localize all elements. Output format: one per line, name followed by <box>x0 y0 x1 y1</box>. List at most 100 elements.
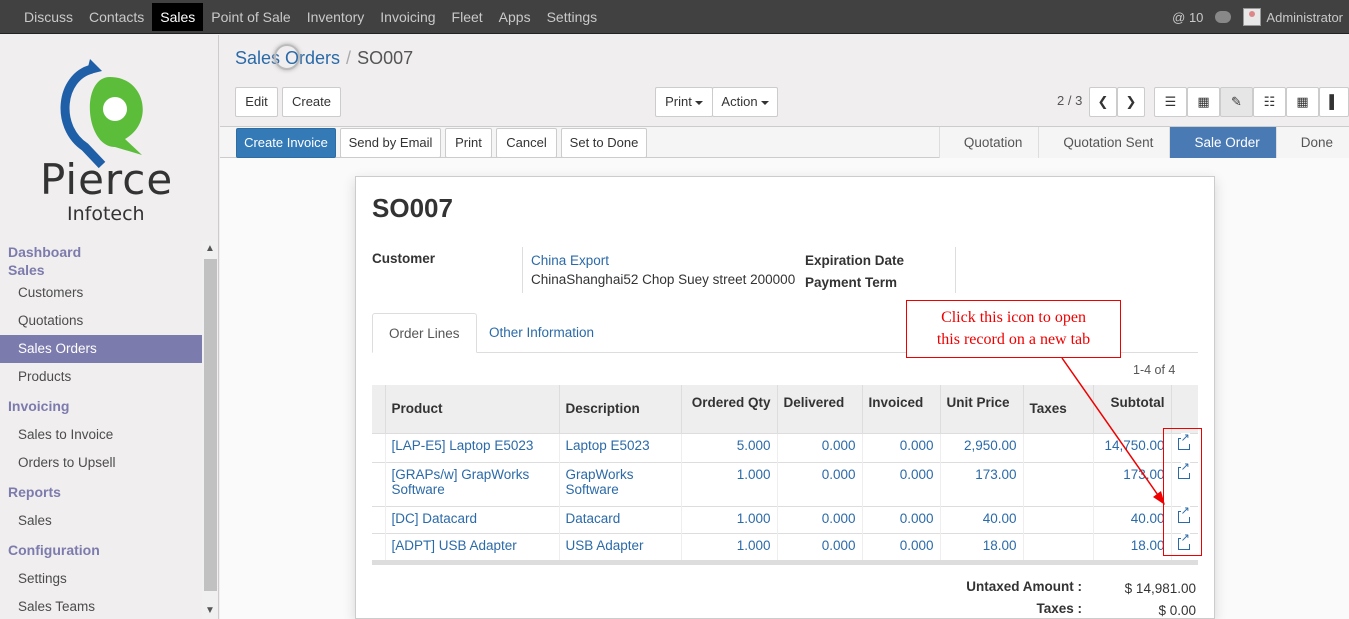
sidebar-section-invoicing[interactable]: Invoicing <box>0 391 202 421</box>
scrollbar-thumb[interactable] <box>204 259 217 591</box>
cell-subtotal[interactable]: 40.00 <box>1092 505 1171 533</box>
cell-ordered-qty[interactable]: 1.000 <box>680 461 777 506</box>
sidebar-scrollbar[interactable]: ▲ ▼ <box>202 241 218 619</box>
print-button[interactable]: Print <box>445 128 492 158</box>
scroll-up-icon[interactable]: ▲ <box>202 241 218 257</box>
sidebar-item-sales-to-invoice[interactable]: Sales to Invoice <box>0 421 202 449</box>
cell-subtotal[interactable]: 14,750.00 <box>1092 432 1171 462</box>
menu-settings[interactable]: Settings <box>539 0 606 34</box>
cell-subtotal[interactable]: 173.00 <box>1092 461 1171 506</box>
cell-unit-price[interactable]: 18.00 <box>939 532 1023 560</box>
column-invoiced[interactable]: Invoiced <box>861 385 940 433</box>
menu-contacts[interactable]: Contacts <box>81 0 152 34</box>
cell-ordered-qty[interactable]: 1.000 <box>680 532 777 560</box>
sidebar-item-sales-report[interactable]: Sales <box>0 507 202 535</box>
cell-taxes[interactable] <box>1022 461 1093 506</box>
menu-fleet[interactable]: Fleet <box>444 0 491 34</box>
cell-taxes[interactable] <box>1022 505 1093 533</box>
cell-description[interactable]: Datacard <box>558 505 681 533</box>
annotation-line-1: Click this icon to open <box>941 309 1086 326</box>
menu-point-of-sale[interactable]: Point of Sale <box>203 0 298 34</box>
cell-product[interactable]: [ADPT] USB Adapter <box>384 532 559 560</box>
stage-quotation-sent[interactable]: Quotation Sent <box>1038 127 1170 158</box>
chat-icon[interactable] <box>1215 11 1232 23</box>
cell-taxes[interactable] <box>1022 432 1093 462</box>
user-menu[interactable]: Administrator <box>1243 8 1343 26</box>
pager-value[interactable]: 2 / 3 <box>1057 93 1082 108</box>
cell-description[interactable]: GrapWorks Software <box>558 461 681 506</box>
cell-delivered[interactable]: 0.000 <box>776 532 862 560</box>
cell-product[interactable]: [DC] Datacard <box>384 505 559 533</box>
create-button[interactable]: Create <box>282 87 341 117</box>
cell-delivered[interactable]: 0.000 <box>776 505 862 533</box>
column-delivered[interactable]: Delivered <box>776 385 862 433</box>
cell-taxes[interactable] <box>1022 532 1093 560</box>
table-row[interactable]: [LAP-E5] Laptop E5023 Laptop E5023 5.000… <box>372 432 1198 462</box>
customer-link[interactable]: China Export <box>531 253 609 268</box>
scroll-down-icon[interactable]: ▼ <box>202 603 218 619</box>
menu-invoicing[interactable]: Invoicing <box>372 0 443 34</box>
cell-ordered-qty[interactable]: 1.000 <box>680 505 777 533</box>
column-ordered-qty[interactable]: Ordered Qty <box>680 385 777 433</box>
sidebar-item-sales-teams[interactable]: Sales Teams <box>0 593 202 619</box>
stage-done[interactable]: Done <box>1275 127 1349 158</box>
print-dropdown[interactable]: Print <box>655 87 713 117</box>
table-row[interactable]: [DC] Datacard Datacard 1.000 0.000 0.000… <box>372 505 1198 533</box>
cell-invoiced[interactable]: 0.000 <box>861 432 940 462</box>
sidebar-item-settings[interactable]: Settings <box>0 565 202 593</box>
cell-unit-price[interactable]: 2,950.00 <box>939 432 1023 462</box>
sidebar-section-configuration[interactable]: Configuration <box>0 535 202 565</box>
cell-delivered[interactable]: 0.000 <box>776 461 862 506</box>
calendar-view-icon[interactable]: ☷ <box>1253 87 1286 117</box>
cell-unit-price[interactable]: 173.00 <box>939 461 1023 506</box>
cell-invoiced[interactable]: 0.000 <box>861 532 940 560</box>
sidebar-item-products[interactable]: Products <box>0 363 202 391</box>
send-by-email-button[interactable]: Send by Email <box>340 128 441 158</box>
cell-invoiced[interactable]: 0.000 <box>861 461 940 506</box>
cell-ordered-qty[interactable]: 5.000 <box>680 432 777 462</box>
cell-delivered[interactable]: 0.000 <box>776 432 862 462</box>
stage-quotation[interactable]: Quotation <box>938 127 1039 158</box>
table-row[interactable]: [GRAPs/w] GrapWorks Software GrapWorks S… <box>372 461 1198 506</box>
sidebar-item-sales-orders[interactable]: Sales Orders <box>0 335 202 363</box>
list-view-icon[interactable]: ☰ <box>1154 87 1187 117</box>
form-view-icon[interactable]: ✎ <box>1220 87 1253 117</box>
sidebar-item-orders-to-upsell[interactable]: Orders to Upsell <box>0 449 202 477</box>
action-dropdown[interactable]: Action <box>712 87 778 117</box>
sidebar-item-quotations[interactable]: Quotations <box>0 307 202 335</box>
cell-description[interactable]: USB Adapter <box>558 532 681 560</box>
cell-product[interactable]: [LAP-E5] Laptop E5023 <box>384 432 559 462</box>
tab-other-information[interactable]: Other Information <box>473 313 610 353</box>
create-invoice-button[interactable]: Create Invoice <box>236 128 336 158</box>
sidebar-section-sales[interactable]: Sales <box>0 261 202 279</box>
pivot-view-icon[interactable]: ▦ <box>1286 87 1319 117</box>
cell-subtotal[interactable]: 18.00 <box>1092 532 1171 560</box>
sidebar-section-reports[interactable]: Reports <box>0 477 202 507</box>
pager-previous-icon[interactable]: ❮ <box>1089 87 1117 117</box>
cell-invoiced[interactable]: 0.000 <box>861 505 940 533</box>
menu-inventory[interactable]: Inventory <box>299 0 373 34</box>
cell-description[interactable]: Laptop E5023 <box>558 432 681 462</box>
column-unit-price[interactable]: Unit Price <box>939 385 1023 433</box>
menu-sales[interactable]: Sales <box>152 3 204 31</box>
stage-sale-order[interactable]: Sale Order <box>1169 127 1276 158</box>
cell-unit-price[interactable]: 40.00 <box>939 505 1023 533</box>
column-product[interactable]: Product <box>384 385 559 433</box>
sidebar-section-dashboard[interactable]: Dashboard <box>0 243 202 261</box>
cell-product[interactable]: [GRAPs/w] GrapWorks Software <box>384 461 559 506</box>
column-taxes[interactable]: Taxes <box>1022 385 1093 433</box>
column-description[interactable]: Description <box>558 385 681 433</box>
cancel-button[interactable]: Cancel <box>496 128 557 158</box>
kanban-view-icon[interactable]: ▦ <box>1187 87 1220 117</box>
sidebar-item-customers[interactable]: Customers <box>0 279 202 307</box>
graph-view-icon[interactable]: ▌ <box>1319 87 1349 117</box>
tab-order-lines[interactable]: Order Lines <box>372 313 477 353</box>
table-row[interactable]: [ADPT] USB Adapter USB Adapter 1.000 0.0… <box>372 532 1198 560</box>
menu-apps[interactable]: Apps <box>491 0 539 34</box>
menu-discuss[interactable]: Discuss <box>16 0 81 34</box>
mentions-counter[interactable]: @ 10 <box>1172 10 1203 25</box>
pager-next-icon[interactable]: ❯ <box>1117 87 1145 117</box>
edit-button[interactable]: Edit <box>235 87 278 117</box>
set-to-done-button[interactable]: Set to Done <box>561 128 647 158</box>
column-subtotal[interactable]: Subtotal <box>1092 385 1171 433</box>
